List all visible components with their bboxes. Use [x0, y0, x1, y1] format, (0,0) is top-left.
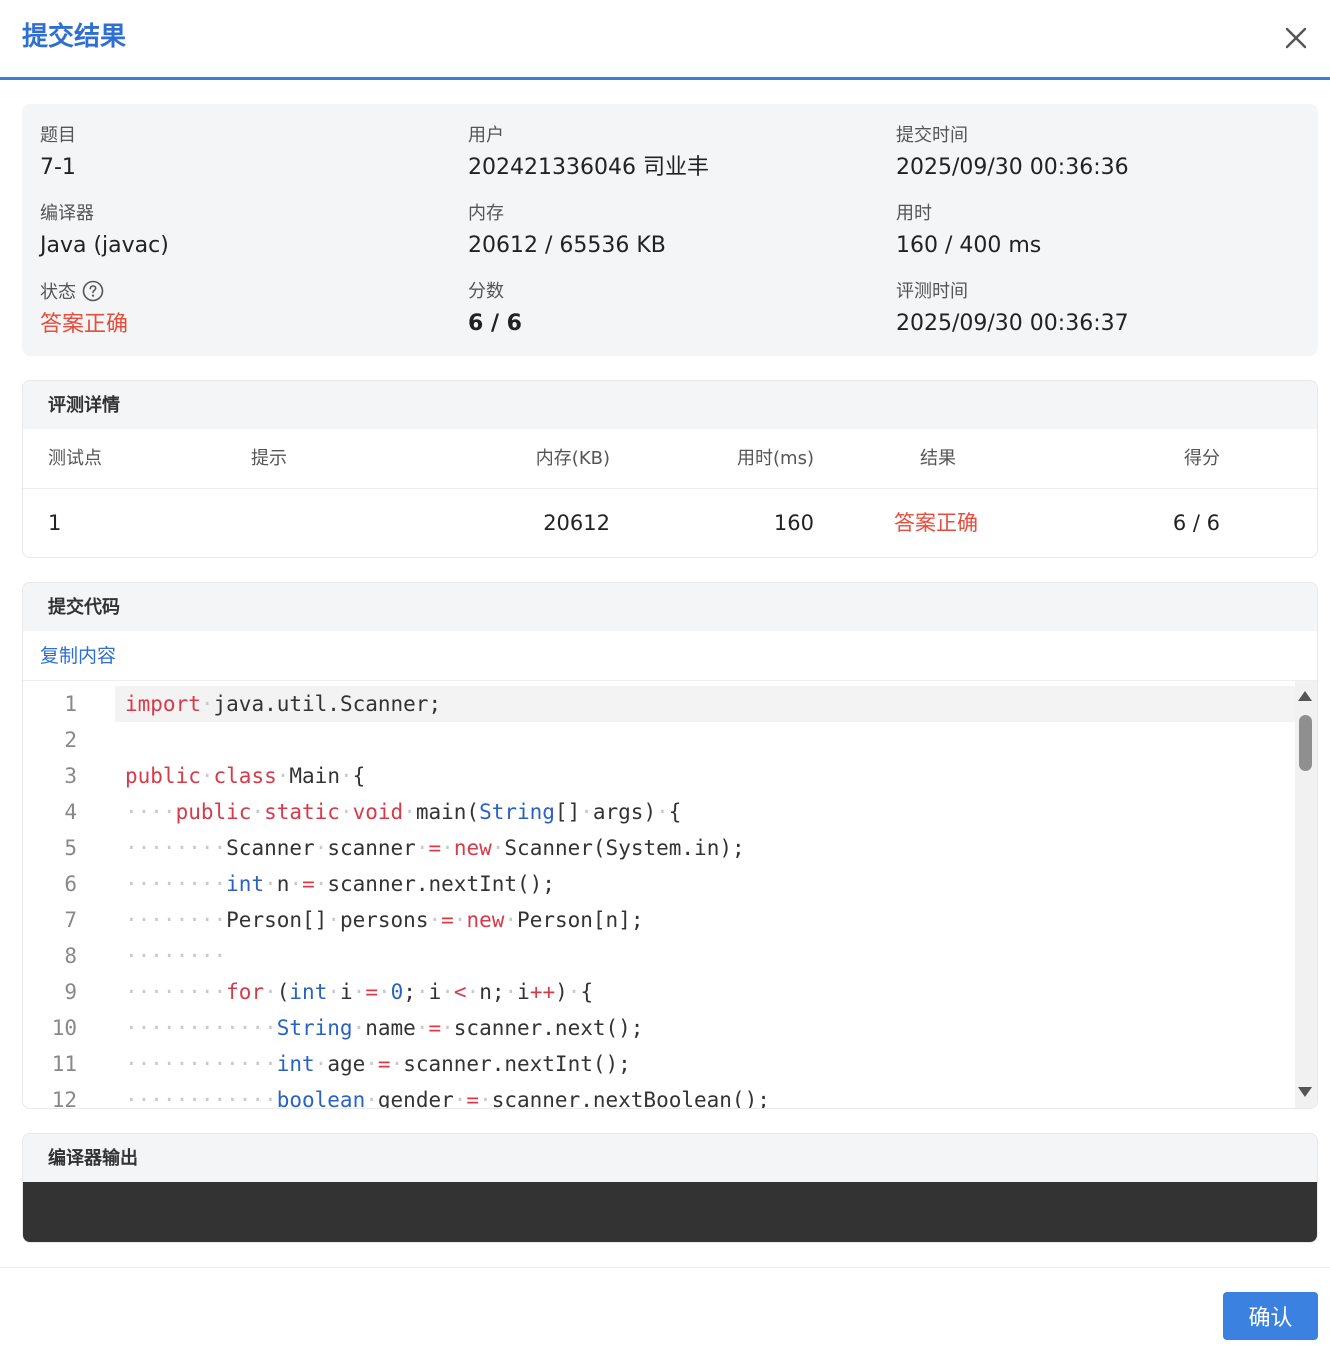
line-number: 1 [64, 692, 77, 716]
column-header: 测试点 [48, 448, 102, 469]
cell-time: 160 [773, 511, 814, 535]
status-badge: 答案正确 [40, 312, 129, 337]
info-label: 内存 [468, 203, 504, 224]
column-header: 内存(KB) [535, 448, 610, 469]
column-header: 提示 [251, 448, 287, 469]
code-text: ········Person[]·persons·=·new·Person[n]… [125, 908, 644, 932]
info-status: 状态 答案正确 [40, 280, 128, 341]
info-judge-time: 评测时间 2025/09/30 00:36:37 [896, 280, 1129, 340]
cell-result: 答案正确 [894, 511, 978, 535]
code-text: ············String·name·=·scanner.next()… [125, 1016, 644, 1040]
line-number: 2 [64, 728, 77, 752]
info-compiler: 编译器 Java (javac) [40, 202, 169, 262]
code-line: 6 ········int·n·=·scanner.nextInt(); [23, 866, 1295, 902]
code-line: 10 ············String·name·=·scanner.next… [23, 1010, 1295, 1046]
info-label: 编译器 [40, 203, 94, 224]
line-number: 9 [64, 980, 77, 1004]
judge-details-card: 评测详情 测试点 提示 内存(KB) 用时(ms) 结果 得分 1 20612 … [22, 380, 1318, 558]
table-row: 1 20612 160 答案正确 6 / 6 [23, 489, 1317, 557]
info-label: 提交时间 [896, 125, 968, 146]
scroll-up-arrow-icon[interactable] [1298, 691, 1312, 701]
code-editor[interactable]: 12 ············boolean·gender·=·scanner.n… [23, 681, 1317, 1109]
compiler-output-card: 编译器输出 [22, 1133, 1318, 1243]
close-button[interactable] [1278, 20, 1314, 56]
footer-divider [0, 1267, 1330, 1268]
code-text: import·java.util.Scanner; [115, 686, 1295, 722]
info-value: 2025/09/30 00:36:37 [896, 311, 1129, 336]
code-line: 8 ········ [23, 938, 1295, 974]
line-number: 6 [64, 872, 77, 896]
scrollbar-thumb[interactable] [1299, 715, 1312, 771]
line-number: 4 [64, 800, 77, 824]
submitted-code-title: 提交代码 [23, 583, 1317, 631]
info-score: 分数 6 / 6 [468, 280, 522, 340]
info-value: 20612 / 65536 KB [468, 233, 666, 258]
code-text: ········ [125, 944, 227, 968]
cell-case: 1 [48, 511, 62, 535]
column-header: 用时(ms) [737, 448, 814, 469]
code-line: 7 ········Person[]·persons·=·new·Person[n… [23, 902, 1295, 938]
compiler-output-title: 编译器输出 [23, 1134, 1317, 1182]
line-number: 11 [51, 1052, 77, 1076]
code-text: ····public·static·void·main(String[]·arg… [125, 800, 682, 824]
code-line: 1 import·java.util.Scanner; [23, 686, 1295, 722]
code-line: 3 public·class·Main·{ [23, 758, 1295, 794]
line-number: 12 [51, 1088, 77, 1109]
info-label: 状态 [40, 280, 128, 305]
code-line: 5 ········Scanner·scanner·=·new·Scanner(S… [23, 830, 1295, 866]
info-label: 题目 [40, 125, 76, 146]
code-line: 2 [23, 722, 1295, 758]
status-label: 状态 [40, 282, 76, 303]
info-label: 评测时间 [896, 281, 968, 302]
info-memory: 内存 20612 / 65536 KB [468, 202, 666, 262]
line-number: 8 [64, 944, 77, 968]
dialog-title: 提交结果 [22, 22, 127, 52]
code-line: 4 ····public·static·void·main(String[]·ar… [23, 794, 1295, 830]
info-value: 2025/09/30 00:36:36 [896, 155, 1129, 180]
code-text: ············int·age·=·scanner.nextInt(); [125, 1052, 631, 1076]
info-time: 用时 160 / 400 ms [896, 202, 1041, 262]
code-text: public·class·Main·{ [125, 764, 366, 788]
info-user: 用户 202421336046 司业丰 [468, 124, 709, 184]
code-text: ········Scanner·scanner·=·new·Scanner(Sy… [125, 836, 745, 860]
table-header: 测试点 提示 内存(KB) 用时(ms) 结果 得分 [23, 429, 1317, 489]
info-label: 分数 [468, 281, 504, 302]
column-header: 得分 [1184, 448, 1220, 469]
info-label: 用户 [468, 125, 504, 146]
line-number: 5 [64, 836, 77, 860]
cell-score: 6 / 6 [1172, 511, 1220, 535]
dialog-header: 提交结果 [0, 0, 1330, 80]
copy-content-link[interactable]: 复制内容 [40, 645, 116, 667]
submission-info-panel: 题目 7-1 用户 202421336046 司业丰 提交时间 2025/09/… [22, 104, 1318, 356]
code-text: ············boolean·gender·=·scanner.nex… [125, 1088, 770, 1109]
code-line: 9 ········for·(int·i·=·0;·i·<·n;·i++)·{ [23, 974, 1295, 1010]
info-value: 202421336046 司业丰 [468, 155, 709, 180]
submitted-code-card: 提交代码 复制内容 12 ············boolean·gender·=… [22, 582, 1318, 1109]
column-header: 结果 [920, 448, 956, 469]
cell-memory: 20612 [543, 511, 610, 535]
code-line: 12 ············boolean·gender·=·scanner.n… [23, 1082, 1295, 1109]
close-icon [1285, 27, 1307, 49]
info-value: 7-1 [40, 155, 76, 180]
info-value: 6 / 6 [468, 311, 522, 336]
info-value: 160 / 400 ms [896, 233, 1042, 258]
compiler-output-console [23, 1182, 1317, 1242]
info-value: Java (javac) [40, 233, 169, 258]
code-line: 11 ············int·age·=·scanner.nextInt(… [23, 1046, 1295, 1082]
question-circle-icon[interactable] [82, 280, 104, 302]
code-text: ········for·(int·i·=·0;·i·<·n;·i++)·{ [125, 980, 594, 1004]
copy-bar: 复制内容 [23, 631, 1317, 681]
line-number: 7 [64, 908, 77, 932]
judge-details-title: 评测详情 [23, 381, 1317, 429]
vertical-scrollbar[interactable] [1295, 681, 1317, 1108]
info-label: 用时 [896, 203, 932, 224]
confirm-button[interactable]: 确认 [1223, 1292, 1318, 1340]
info-problem: 题目 7-1 [40, 124, 76, 184]
info-submit-time: 提交时间 2025/09/30 00:36:36 [896, 124, 1129, 184]
line-number: 10 [51, 1016, 77, 1040]
line-number: 3 [64, 764, 77, 788]
scroll-down-arrow-icon[interactable] [1298, 1087, 1312, 1097]
code-text: ········int·n·=·scanner.nextInt(); [125, 872, 555, 896]
